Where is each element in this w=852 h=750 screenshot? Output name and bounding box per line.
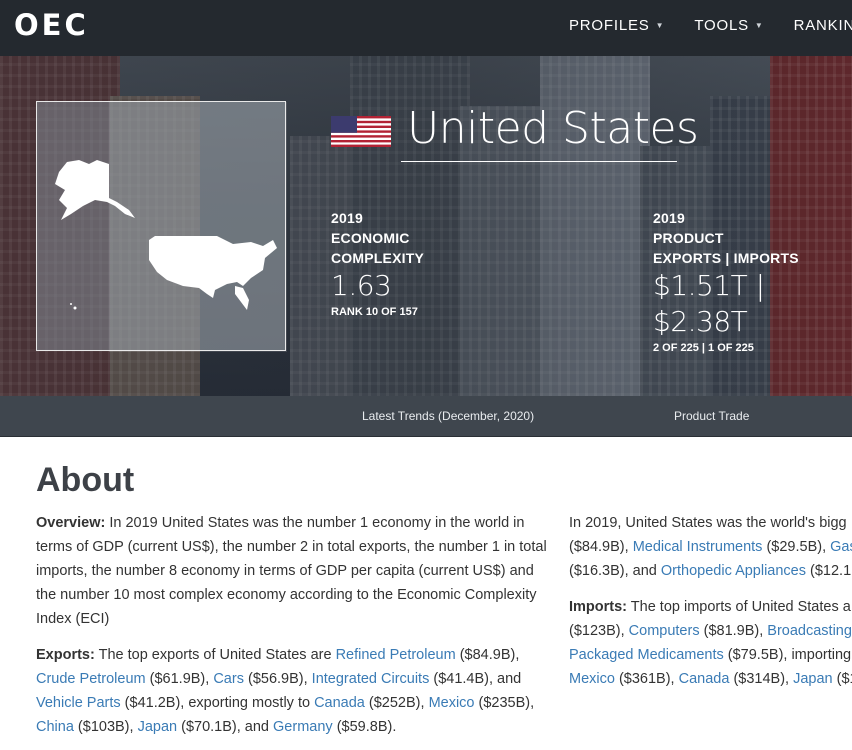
imports-intro: The top imports of United States a [630, 599, 851, 615]
nav-item-label: RANKINGS [793, 17, 852, 34]
product-link[interactable]: Integrated Circuits [312, 671, 430, 687]
destination-link[interactable]: Japan [138, 719, 178, 735]
product-value: ($84.9B), [459, 647, 520, 663]
right-line: Packaged Medicaments ($79.5B), importing [569, 643, 852, 667]
imports-heading: Imports: [569, 599, 627, 615]
overview-heading: Overview: [36, 515, 106, 531]
stat-label-line1: PRODUCT [653, 230, 724, 246]
nav-item-label: PROFILES [569, 17, 650, 34]
product-value: ($41.2B), exporting mostly to [124, 695, 311, 711]
stat-rank: RANK 10 OF 157 [331, 306, 418, 318]
product-value: ($61.9B), [149, 671, 210, 687]
destination-value: ($70.1B), and [181, 719, 269, 735]
origin-link[interactable]: Mexico [569, 671, 615, 687]
product-link[interactable]: Packaged Medicaments [569, 647, 724, 663]
product-value: ($81.9B), [703, 623, 764, 639]
nav-item-profiles[interactable]: PROFILES ▼ [569, 17, 664, 34]
origin-link[interactable]: Japan [793, 671, 833, 687]
product-value: ($16.3B), and [569, 563, 657, 579]
us-map-icon [55, 102, 287, 352]
stat-year: 2019 [331, 210, 363, 226]
about-left-column: Overview: In 2019 United States was the … [36, 511, 556, 750]
subnav-link-latest-trends[interactable]: Latest Trends (December, 2020) [362, 409, 534, 423]
title-divider [401, 161, 677, 162]
destination-link[interactable]: China [36, 719, 74, 735]
product-link[interactable]: Computers [629, 623, 700, 639]
product-value: ($123B), [569, 623, 625, 639]
caret-down-icon: ▼ [754, 21, 764, 30]
product-link[interactable]: Crude Petroleum [36, 671, 146, 687]
product-value: ($12.1 [810, 563, 852, 579]
stat-rank: 2 OF 225 | 1 OF 225 [653, 342, 754, 354]
overview-text: In 2019 United States was the number 1 e… [36, 515, 547, 627]
origin-value: ($361B), [618, 671, 675, 687]
product-trade-stat: 2019 PRODUCT EXPORTS | IMPORTS $1.51T | … [653, 208, 852, 356]
right-line: ($84.9B), Medical Instruments ($29.5B), … [569, 535, 852, 559]
right-line: Imports: The top imports of United State… [569, 595, 852, 619]
right-line: ($16.3B), and Orthopedic Appliances ($12… [569, 559, 852, 583]
stat-label-line1: ECONOMIC [331, 230, 410, 246]
hero-banner: United States 2019 ECONOMIC COMPLEXITY 1… [0, 56, 852, 396]
right-line: ($123B), Computers ($81.9B), Broadcastin… [569, 619, 852, 643]
nav-item-tools[interactable]: TOOLS ▼ [694, 17, 763, 34]
product-link[interactable]: Cars [213, 671, 244, 687]
origin-value: ($1 [836, 671, 852, 687]
country-map [36, 101, 287, 352]
destination-link[interactable]: Germany [273, 719, 333, 735]
destination-value: ($252B), [368, 695, 425, 711]
subnav-link-product-trade[interactable]: Product Trade [674, 409, 749, 423]
right-paragraph-1: In 2019, United States was the world's b… [569, 511, 852, 583]
stat-value: $1.51T | $2.38T [653, 269, 765, 338]
about-heading: About [36, 461, 135, 499]
origin-link[interactable]: Canada [679, 671, 730, 687]
about-right-column: In 2019, United States was the world's b… [569, 511, 852, 691]
overview-paragraph: Overview: In 2019 United States was the … [36, 511, 556, 631]
product-link[interactable]: Medical Instruments [633, 539, 763, 555]
stat-value: 1.63 [331, 269, 392, 302]
product-link[interactable]: Orthopedic Appliances [661, 563, 806, 579]
origin-value: ($314B), [733, 671, 790, 687]
top-navbar: OEC PROFILES ▼ TOOLS ▼ RANKINGS [0, 0, 852, 56]
product-value: ($84.9B), [569, 539, 629, 555]
product-value: ($29.5B), [766, 539, 827, 555]
stat-label-line2: COMPLEXITY [331, 250, 425, 266]
economic-complexity-stat: 2019 ECONOMIC COMPLEXITY 1.63 RANK 10 OF… [331, 208, 531, 320]
destination-value: ($59.8B). [336, 719, 397, 735]
exports-intro: The top exports of United States are [98, 647, 332, 663]
imports-paragraph: Imports: The top imports of United State… [569, 595, 852, 691]
product-link[interactable]: Gas [830, 539, 852, 555]
country-title: United States [407, 103, 699, 154]
nav-item-label: TOOLS [694, 17, 749, 34]
us-flag-icon [331, 116, 391, 147]
caret-down-icon: ▼ [655, 21, 665, 30]
destination-link[interactable]: Mexico [429, 695, 475, 711]
oec-logo[interactable]: OEC [14, 8, 89, 42]
destination-value: ($235B), [478, 695, 535, 711]
exports-paragraph: Exports: The top exports of United State… [36, 643, 556, 739]
product-value: ($41.4B), and [433, 671, 522, 687]
stat-year: 2019 [653, 210, 685, 226]
nav-item-rankings[interactable]: RANKINGS [794, 17, 852, 34]
section-subnav: Latest Trends (December, 2020) Product T… [0, 396, 852, 437]
product-link[interactable]: Broadcasting [767, 623, 852, 639]
product-link[interactable]: Vehicle Parts [36, 695, 121, 711]
destination-link[interactable]: Canada [314, 695, 365, 711]
product-value: ($56.9B), [247, 671, 308, 687]
right-line: In 2019, United States was the world's b… [569, 515, 847, 531]
destination-value: ($103B), [77, 719, 134, 735]
stat-label-line2: EXPORTS | IMPORTS [653, 250, 799, 266]
right-line: Mexico ($361B), Canada ($314B), Japan ($… [569, 667, 852, 691]
product-value: ($79.5B), importing [727, 647, 852, 663]
product-link[interactable]: Refined Petroleum [336, 647, 456, 663]
exports-heading: Exports: [36, 647, 95, 663]
nav-menu: PROFILES ▼ TOOLS ▼ RANKINGS [569, 17, 852, 34]
